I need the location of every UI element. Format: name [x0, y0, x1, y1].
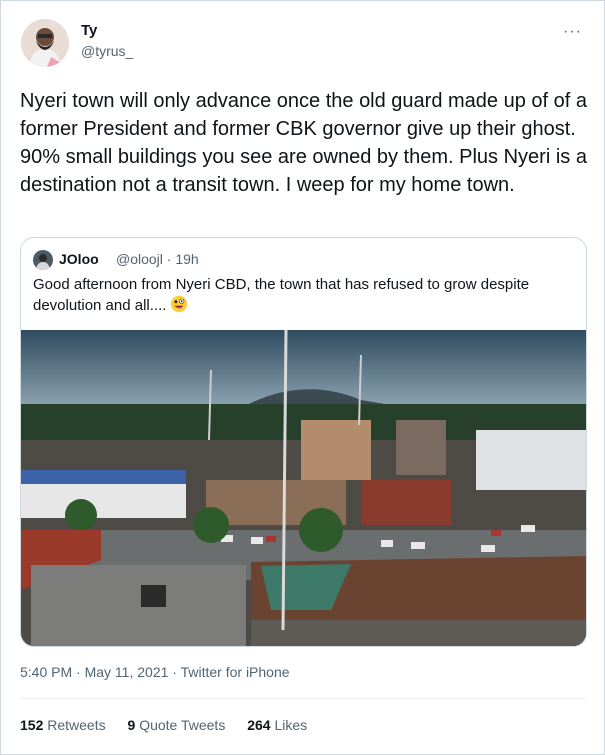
author-avatar[interactable] — [21, 19, 69, 67]
retweets-stat[interactable]: 152 Retweets — [20, 717, 106, 733]
quoted-tweet[interactable]: JOloo @oloojl · 19h Good afternoon from … — [20, 237, 587, 647]
tweet-time[interactable]: 5:40 PM — [20, 664, 72, 680]
quoted-display-name: JOloo — [59, 251, 99, 267]
aerial-view-nyeri-town[interactable] — [21, 330, 586, 646]
tweet-metadata: 5:40 PM · May 11, 2021 · Twitter for iPh… — [20, 664, 290, 680]
quoted-handle-and-time: @oloojl · 19h — [116, 251, 199, 267]
quoted-time: · 19h — [166, 251, 199, 267]
quote-tweets-stat[interactable]: 9 Quote Tweets — [128, 717, 226, 733]
zany-face-emoji — [171, 295, 188, 313]
quoted-text: Good afternoon from Nyeri CBD, the town … — [33, 274, 573, 316]
author-display-name[interactable]: Ty — [81, 22, 97, 39]
tweet-date[interactable]: May 11, 2021 — [85, 664, 169, 680]
likes-count: 264 — [247, 717, 271, 733]
retweets-count: 152 — [20, 717, 44, 733]
likes-label: Likes — [274, 717, 308, 733]
likes-stat[interactable]: 264 Likes — [247, 717, 307, 733]
tweet-source[interactable]: Twitter for iPhone — [181, 664, 290, 680]
tweet-text: Nyeri town will only advance once the ol… — [20, 90, 588, 196]
meta-separator: · — [168, 664, 181, 680]
retweets-label: Retweets — [47, 717, 106, 733]
more-options-icon[interactable]: ··· — [563, 23, 582, 41]
engagement-stats: 152 Retweets 9 Quote Tweets 264 Likes — [20, 717, 325, 733]
meta-separator: · — [72, 664, 85, 680]
tweet-card: Ty @tyrus_ ··· Nyeri town will only adva… — [0, 0, 605, 755]
quote-tweets-count: 9 — [127, 717, 136, 733]
divider — [20, 698, 586, 699]
quote-tweets-label: Quote Tweets — [139, 717, 226, 733]
quoted-handle: @oloojl — [116, 251, 163, 267]
quoted-text-body: Good afternoon from Nyeri CBD, the town … — [33, 276, 530, 314]
author-handle[interactable]: @tyrus_ — [81, 43, 133, 59]
quoted-author-avatar — [33, 250, 53, 270]
